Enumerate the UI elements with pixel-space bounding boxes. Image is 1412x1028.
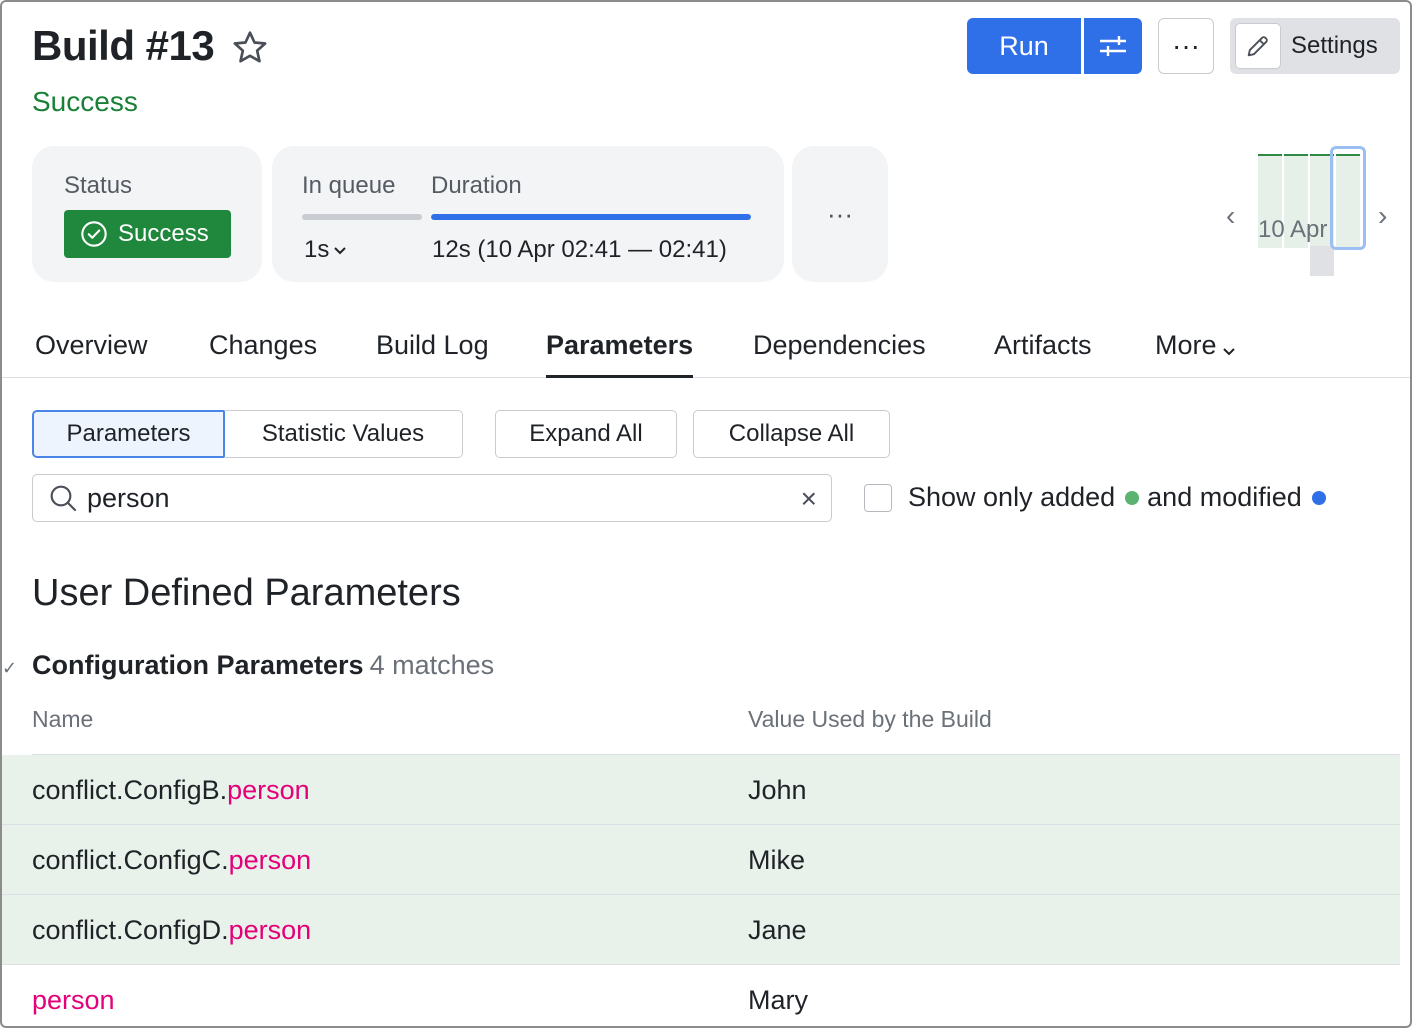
param-name-match: person xyxy=(228,915,312,945)
settings-button[interactable]: Settings xyxy=(1230,18,1400,74)
table-row[interactable]: conflict.ConfigB.person John xyxy=(2,755,1400,825)
search-input[interactable] xyxy=(87,482,767,514)
build-history-chart[interactable]: 10 Apr xyxy=(1258,146,1366,276)
status-badge-label: Success xyxy=(118,220,209,247)
expand-all-button[interactable]: Expand All xyxy=(495,410,677,458)
param-name-prefix: conflict.ConfigC. xyxy=(32,845,229,875)
tab-more[interactable]: More xyxy=(1155,330,1237,378)
history-bar-shade xyxy=(1310,246,1334,276)
param-name: person xyxy=(32,985,115,1016)
tab-build-log[interactable]: Build Log xyxy=(376,330,489,378)
chevron-down-icon xyxy=(334,247,347,255)
collapse-all-button[interactable]: Collapse All xyxy=(693,410,890,458)
column-header-value[interactable]: Value Used by the Build xyxy=(748,706,992,733)
run-options-button[interactable] xyxy=(1084,18,1142,74)
clear-search-icon[interactable]: × xyxy=(801,483,817,515)
status-label: Status xyxy=(64,172,133,199)
queue-value: 1s xyxy=(304,236,330,263)
tab-overview[interactable]: Overview xyxy=(35,330,148,378)
chevron-down-icon xyxy=(1222,348,1235,356)
tab-dependencies[interactable]: Dependencies xyxy=(753,330,926,378)
param-name: conflict.ConfigD.person xyxy=(32,915,311,946)
history-selection xyxy=(1330,146,1366,250)
tab-bar: Overview Changes Build Log Parameters De… xyxy=(2,322,1410,378)
more-actions-button[interactable]: ··· xyxy=(1158,18,1214,74)
search-box: × xyxy=(32,474,832,522)
timing-card: In queue Duration 1s 12s (10 Apr 02:41 —… xyxy=(272,146,784,282)
build-page: Build #13 Success Run ··· Settings Statu… xyxy=(0,0,1412,1028)
history-date-label: 10 Apr xyxy=(1258,216,1328,243)
duration-value: 12s (10 Apr 02:41 — 02:41) xyxy=(432,236,727,263)
tab-changes[interactable]: Changes xyxy=(209,330,317,378)
queue-value-dropdown[interactable]: 1s xyxy=(304,236,348,264)
group-match-count: 4 matches xyxy=(369,650,495,680)
history-next-button[interactable]: › xyxy=(1378,200,1387,232)
settings-label: Settings xyxy=(1291,32,1378,59)
param-value: Mike xyxy=(748,845,806,875)
duration-label: Duration xyxy=(431,172,522,199)
table-row[interactable]: conflict.ConfigD.person Jane xyxy=(2,895,1400,965)
param-name-match: person xyxy=(228,845,312,875)
table-row[interactable]: person Mary xyxy=(2,965,1400,1026)
added-dot-icon xyxy=(1125,490,1140,505)
tab-artifacts[interactable]: Artifacts xyxy=(994,330,1092,378)
param-value: Mary xyxy=(748,985,808,1015)
star-icon[interactable] xyxy=(230,28,270,68)
show-only-changed-label[interactable]: Show only added and modified xyxy=(908,482,1334,513)
filter-label-modified: and modified xyxy=(1147,482,1302,512)
group-header[interactable]: Configuration Parameters 4 matches xyxy=(32,650,494,681)
section-title: User Defined Parameters xyxy=(32,572,461,614)
check-circle-icon xyxy=(81,221,107,247)
param-value: John xyxy=(748,775,807,805)
duration-bar xyxy=(431,214,751,220)
seg-parameters[interactable]: Parameters xyxy=(32,410,225,458)
column-header-name[interactable]: Name xyxy=(32,706,93,733)
param-value: Jane xyxy=(748,915,807,945)
param-name: conflict.ConfigC.person xyxy=(32,845,311,876)
table-row[interactable]: conflict.ConfigC.person Mike xyxy=(2,825,1400,895)
modified-dot-icon xyxy=(1311,490,1326,505)
status-card: Status Success xyxy=(32,146,262,282)
param-name-prefix: conflict.ConfigD. xyxy=(32,915,229,945)
show-only-changed-checkbox[interactable] xyxy=(864,484,892,512)
collapse-group-icon[interactable]: ✓ xyxy=(2,658,17,679)
param-name: conflict.ConfigB.person xyxy=(32,775,310,806)
sliders-icon xyxy=(1100,36,1126,56)
run-button[interactable]: Run xyxy=(967,18,1081,74)
tab-parameters[interactable]: Parameters xyxy=(546,330,694,378)
status-badge: Success xyxy=(64,210,231,258)
group-title: Configuration Parameters xyxy=(32,650,364,680)
seg-statistic-values[interactable]: Statistic Values xyxy=(224,410,463,458)
param-name-match: person xyxy=(32,985,115,1015)
tab-more-label: More xyxy=(1155,330,1217,360)
pencil-icon xyxy=(1235,23,1281,69)
queue-label: In queue xyxy=(302,172,396,199)
duration-bar-fill xyxy=(431,214,751,220)
summary-more-button[interactable]: ··· xyxy=(792,146,888,282)
search-icon xyxy=(50,485,77,512)
param-name-prefix: conflict.ConfigB. xyxy=(32,775,228,805)
queue-bar xyxy=(302,214,422,220)
build-status-text: Success xyxy=(32,86,138,117)
param-name-match: person xyxy=(227,775,310,805)
filter-label-added: Show only added xyxy=(908,482,1116,512)
page-title: Build #13 xyxy=(32,22,215,69)
history-prev-button[interactable]: ‹ xyxy=(1226,200,1235,232)
